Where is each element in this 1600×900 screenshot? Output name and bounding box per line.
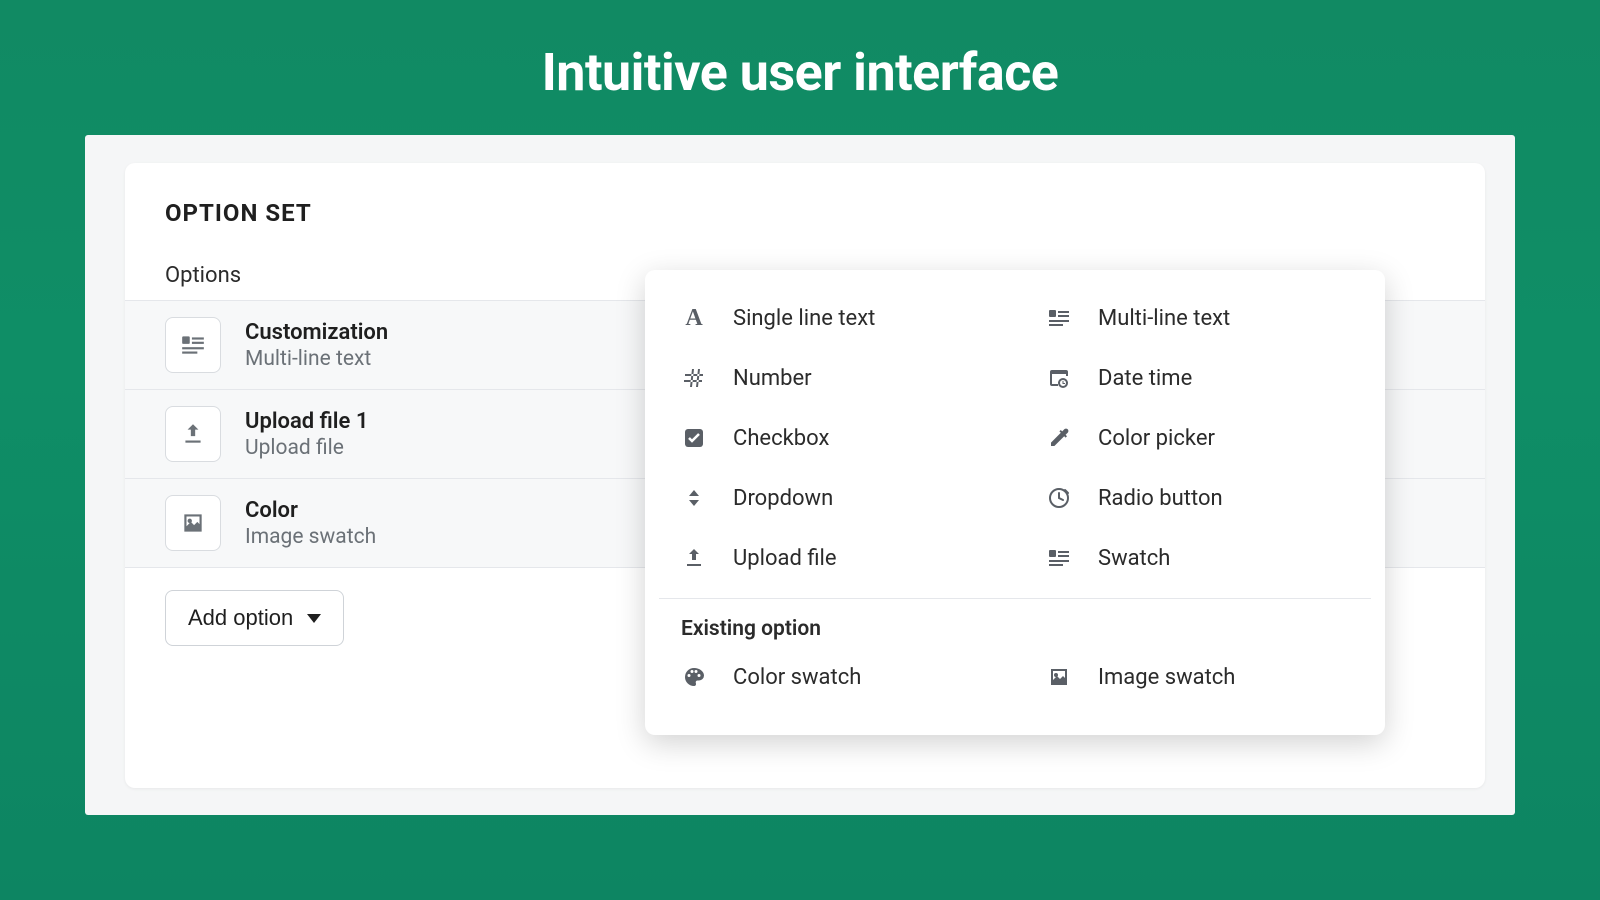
type-label: Dropdown bbox=[733, 486, 833, 511]
type-multi-line-text[interactable]: Multi-line text bbox=[1020, 288, 1375, 348]
type-label: Single line text bbox=[733, 306, 875, 331]
multiline-icon bbox=[165, 317, 221, 373]
add-option-button[interactable]: Add option bbox=[165, 590, 344, 646]
page-title: Intuitive user interface bbox=[0, 0, 1600, 103]
type-label: Image swatch bbox=[1098, 665, 1235, 690]
option-type: Multi-line text bbox=[245, 347, 388, 371]
app-canvas: OPTION SET Options Customization Multi-l… bbox=[85, 135, 1515, 815]
option-name: Customization bbox=[245, 320, 388, 345]
letter-a-icon: A bbox=[681, 305, 707, 331]
type-number[interactable]: Number bbox=[655, 348, 1010, 408]
type-label: Color swatch bbox=[733, 665, 861, 690]
checkbox-icon bbox=[681, 425, 707, 451]
type-radio-button[interactable]: Radio button bbox=[1020, 468, 1375, 528]
swatch-icon bbox=[1046, 545, 1072, 571]
option-name: Color bbox=[245, 498, 376, 523]
existing-image-swatch[interactable]: Image swatch bbox=[1020, 647, 1375, 707]
palette-icon bbox=[681, 664, 707, 690]
option-type: Upload file bbox=[245, 436, 368, 460]
image-icon bbox=[165, 495, 221, 551]
type-swatch[interactable]: Swatch bbox=[1020, 528, 1375, 588]
card-title: OPTION SET bbox=[165, 199, 1445, 227]
multiline-icon bbox=[1046, 305, 1072, 331]
calendar-clock-icon bbox=[1046, 365, 1072, 391]
divider bbox=[659, 598, 1371, 599]
image-icon bbox=[1046, 664, 1072, 690]
type-label: Swatch bbox=[1098, 546, 1170, 571]
hash-icon bbox=[681, 365, 707, 391]
type-label: Color picker bbox=[1098, 426, 1215, 451]
option-type-dropdown: A Single line text Number Checkbox Dropd… bbox=[645, 270, 1385, 735]
existing-option-header: Existing option bbox=[655, 613, 1375, 647]
radio-icon bbox=[1046, 485, 1072, 511]
type-label: Checkbox bbox=[733, 426, 829, 451]
type-single-line-text[interactable]: A Single line text bbox=[655, 288, 1010, 348]
type-label: Multi-line text bbox=[1098, 306, 1230, 331]
eyedropper-icon bbox=[1046, 425, 1072, 451]
existing-color-swatch[interactable]: Color swatch bbox=[655, 647, 1010, 707]
type-dropdown[interactable]: Dropdown bbox=[655, 468, 1010, 528]
type-label: Upload file bbox=[733, 546, 837, 571]
type-label: Number bbox=[733, 366, 812, 391]
type-label: Date time bbox=[1098, 366, 1192, 391]
chevron-down-icon bbox=[307, 614, 321, 623]
type-color-picker[interactable]: Color picker bbox=[1020, 408, 1375, 468]
type-checkbox[interactable]: Checkbox bbox=[655, 408, 1010, 468]
type-upload-file[interactable]: Upload file bbox=[655, 528, 1010, 588]
add-option-label: Add option bbox=[188, 605, 293, 631]
sort-icon bbox=[681, 485, 707, 511]
option-name: Upload file 1 bbox=[245, 409, 368, 434]
upload-icon bbox=[681, 545, 707, 571]
upload-icon bbox=[165, 406, 221, 462]
type-label: Radio button bbox=[1098, 486, 1223, 511]
option-type: Image swatch bbox=[245, 525, 376, 549]
type-date-time[interactable]: Date time bbox=[1020, 348, 1375, 408]
